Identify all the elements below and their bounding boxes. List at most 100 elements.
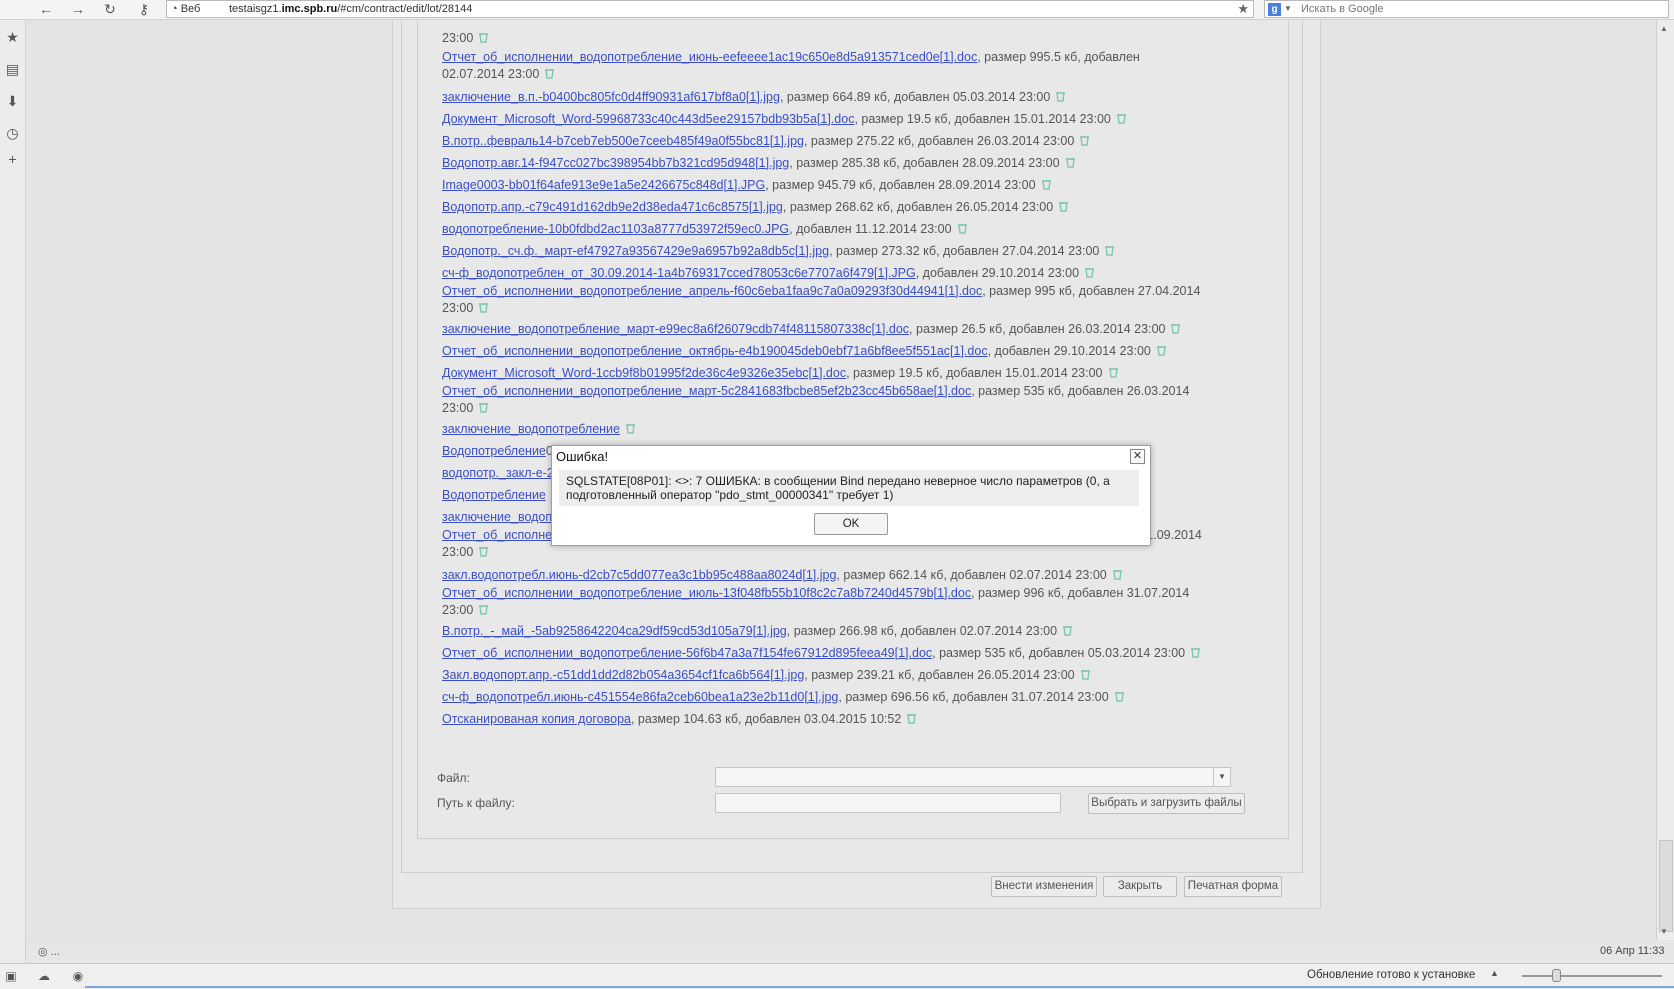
add-panel-icon[interactable]: + bbox=[3, 150, 22, 169]
chevron-down-icon[interactable]: ▼ bbox=[1284, 1, 1292, 17]
delete-file-icon[interactable] bbox=[1058, 200, 1069, 212]
delete-file-icon[interactable] bbox=[1062, 624, 1073, 636]
file-item: 23:00 bbox=[442, 30, 1242, 47]
file-path-input[interactable] bbox=[715, 793, 1061, 813]
downloads-icon[interactable]: ⬇ bbox=[3, 92, 22, 111]
chevron-down-icon[interactable]: ▼ bbox=[1213, 768, 1230, 786]
delete-file-icon[interactable] bbox=[1104, 244, 1115, 256]
bookmarks-icon[interactable]: ★ bbox=[3, 28, 22, 47]
file-link[interactable]: Водопотребление bbox=[442, 444, 546, 458]
file-link[interactable]: Отсканированая копия договора bbox=[442, 712, 631, 726]
ok-button[interactable]: OK bbox=[814, 513, 888, 535]
file-link[interactable]: Отчет_об_исполнении_водопотребление_июль… bbox=[442, 586, 971, 600]
zoom-slider-track[interactable] bbox=[1522, 975, 1662, 977]
delete-file-icon[interactable] bbox=[1114, 690, 1125, 702]
search-box[interactable]: g ▼ Искать в Google bbox=[1264, 0, 1669, 18]
scroll-down-icon[interactable]: ▼ bbox=[1660, 927, 1668, 936]
file-link[interactable]: Отчет_об_исполнении_водопотребление_июнь… bbox=[442, 50, 977, 64]
file-meta: , размер 664.89 кб, добавлен 05.03.2014 … bbox=[779, 90, 1051, 104]
file-meta: , размер 945.79 кб, добавлен 28.09.2014 … bbox=[765, 178, 1036, 192]
close-button[interactable]: Закрыть bbox=[1103, 876, 1177, 897]
back-icon[interactable]: ← bbox=[36, 1, 56, 18]
file-link[interactable]: Отчет_об_исполнении_водопотребление_октя… bbox=[442, 344, 988, 358]
delete-file-icon[interactable] bbox=[1084, 266, 1095, 278]
clock: 06 Апр 11:33 bbox=[1600, 945, 1665, 957]
key-icon[interactable]: ⚷ bbox=[132, 1, 156, 18]
file-item: Водопотр.апр.-c79c491d162db9e2d38eda471c… bbox=[442, 199, 1242, 216]
file-link[interactable]: Документ_Microsoft_Word-59968733c40c443d… bbox=[442, 112, 854, 126]
delete-file-icon[interactable] bbox=[478, 545, 489, 557]
address-bar[interactable]: ◔ Веб testaisgz1.imc.spb.ru/#cm/contract… bbox=[166, 0, 1254, 18]
error-dialog: Ошибка! ✕ SQLSTATE[08P01]: <>: 7 ОШИБКА:… bbox=[551, 445, 1151, 546]
file-link[interactable]: сч-ф_водопотребл.июнь-c451554e86fa2ceb60… bbox=[442, 690, 838, 704]
upload-files-button[interactable]: Выбрать и загрузить файлы bbox=[1088, 793, 1245, 814]
file-item: заключение_водопотребление_март-e99ec8a6… bbox=[442, 321, 1242, 338]
file-link[interactable]: В.потр._-_май_-5ab9258642204ca29df59cd53… bbox=[442, 624, 787, 638]
bookmark-star-icon[interactable]: ★ bbox=[1237, 1, 1249, 17]
scroll-thumb[interactable] bbox=[1659, 840, 1673, 932]
file-link[interactable]: заключение_водопотребление bbox=[442, 422, 620, 436]
delete-file-icon[interactable] bbox=[478, 401, 489, 413]
file-item: Отчет_об_исполнении_водопотребление_апре… bbox=[442, 283, 1202, 317]
file-link[interactable]: Закл.водопорт.апр.-c51dd1dd2d82b054a3654… bbox=[442, 668, 804, 682]
scroll-up-icon[interactable]: ▲ bbox=[1660, 24, 1668, 33]
delete-file-icon[interactable] bbox=[957, 222, 968, 234]
panel-toggle-icon[interactable]: ▣ bbox=[3, 968, 19, 984]
delete-file-icon[interactable] bbox=[625, 422, 636, 434]
delete-file-icon[interactable] bbox=[1108, 366, 1119, 378]
print-form-button[interactable]: Печатная форма bbox=[1184, 876, 1282, 897]
file-link[interactable]: Водопотр.апр.-c79c491d162db9e2d38eda471c… bbox=[442, 200, 783, 214]
delete-file-icon[interactable] bbox=[1041, 178, 1052, 190]
vertical-scrollbar[interactable]: ▲ ▼ bbox=[1656, 20, 1674, 940]
file-link[interactable]: Документ_Microsoft_Word-1ccb9f8b01995f2d… bbox=[442, 366, 846, 380]
file-link[interactable]: заключение_в.п.-b0400bc805fc0d4ff90931af… bbox=[442, 90, 780, 104]
file-label: Файл: bbox=[437, 771, 470, 785]
delete-file-icon[interactable] bbox=[1116, 112, 1127, 124]
file-select[interactable]: ▼ bbox=[715, 767, 1231, 787]
file-item: Отчет_об_исполнении_водопотребление_июнь… bbox=[442, 49, 1202, 83]
file-link[interactable]: Отчет_об_исполнении_водопотребление_март… bbox=[442, 384, 971, 398]
file-link[interactable]: Водопотребление bbox=[442, 488, 546, 502]
file-link[interactable]: Водопотр._сч.ф._март-ef47927a93567429e9a… bbox=[442, 244, 829, 258]
file-link[interactable]: Водопотр.авг.14-f947cc027bc398954bb7b321… bbox=[442, 156, 789, 170]
history-icon[interactable]: ◷ bbox=[3, 124, 22, 143]
delete-file-icon[interactable] bbox=[478, 603, 489, 615]
file-link[interactable]: Отчет_об_исполнении_водопотребление-56f6… bbox=[442, 646, 932, 660]
file-link[interactable]: водопотребление-10b0fdbd2ac1103a8777d539… bbox=[442, 222, 789, 236]
delete-file-icon[interactable] bbox=[1156, 344, 1167, 356]
zoom-slider-knob[interactable] bbox=[1552, 969, 1561, 982]
file-link[interactable]: заключение_водоп bbox=[442, 510, 552, 524]
delete-file-icon[interactable] bbox=[1080, 668, 1091, 680]
delete-file-icon[interactable] bbox=[1065, 156, 1076, 168]
close-icon[interactable]: ✕ bbox=[1130, 449, 1145, 464]
delete-file-icon[interactable] bbox=[1055, 90, 1066, 102]
delete-file-icon[interactable] bbox=[1112, 568, 1123, 580]
file-link[interactable]: сч-ф_водопотреблен_от_30.09.2014-1a4b769… bbox=[442, 266, 916, 280]
url-text[interactable]: testaisgz1.imc.spb.ru/#cm/contract/edit/… bbox=[229, 1, 472, 17]
delete-file-icon[interactable] bbox=[478, 301, 489, 313]
file-item: Закл.водопорт.апр.-c51dd1dd2d82b054a3654… bbox=[442, 667, 1242, 684]
save-changes-button[interactable]: Внести изменения bbox=[991, 876, 1097, 897]
file-meta: , добавлен 29.10.2014 23:00 bbox=[987, 344, 1151, 358]
file-link[interactable]: водопотр._закл-е-2 bbox=[442, 466, 554, 480]
delete-file-icon[interactable] bbox=[906, 712, 917, 724]
file-item: Отчет_об_исполнении_водопотребление_июль… bbox=[442, 585, 1202, 619]
delete-file-icon[interactable] bbox=[1079, 134, 1090, 146]
file-link[interactable]: В.потр..февраль14-b7ceb7eb500e7ceeb485f4… bbox=[442, 134, 804, 148]
file-link[interactable]: Image0003-bb01f64afe913e9e1a5e2426675c84… bbox=[442, 178, 765, 192]
file-link[interactable]: закл.водопотребл.июнь-d2cb7c5dd077ea3c1b… bbox=[442, 568, 836, 582]
update-notice[interactable]: Обновление готово к установке bbox=[1307, 969, 1475, 981]
forward-icon[interactable]: → bbox=[68, 1, 88, 18]
reload-icon[interactable]: ↻ bbox=[100, 1, 120, 18]
delete-file-icon[interactable] bbox=[1190, 646, 1201, 658]
file-link[interactable]: заключение_водопотребление_март-e99ec8a6… bbox=[442, 322, 909, 336]
file-link[interactable]: Отчет_об_исполнении_водопотребление_апре… bbox=[442, 284, 982, 298]
speed-dial-icon[interactable]: ◉ bbox=[70, 968, 86, 984]
turbo-cloud-icon[interactable]: ☁ bbox=[36, 968, 52, 984]
file-meta: , размер 662.14 кб, добавлен 02.07.2014 … bbox=[836, 568, 1107, 582]
delete-file-icon[interactable] bbox=[1170, 322, 1181, 334]
chevron-up-icon[interactable]: ▲ bbox=[1490, 968, 1499, 978]
delete-file-icon[interactable] bbox=[478, 31, 489, 43]
notes-icon[interactable]: ▤ bbox=[3, 60, 22, 79]
delete-file-icon[interactable] bbox=[544, 67, 555, 79]
